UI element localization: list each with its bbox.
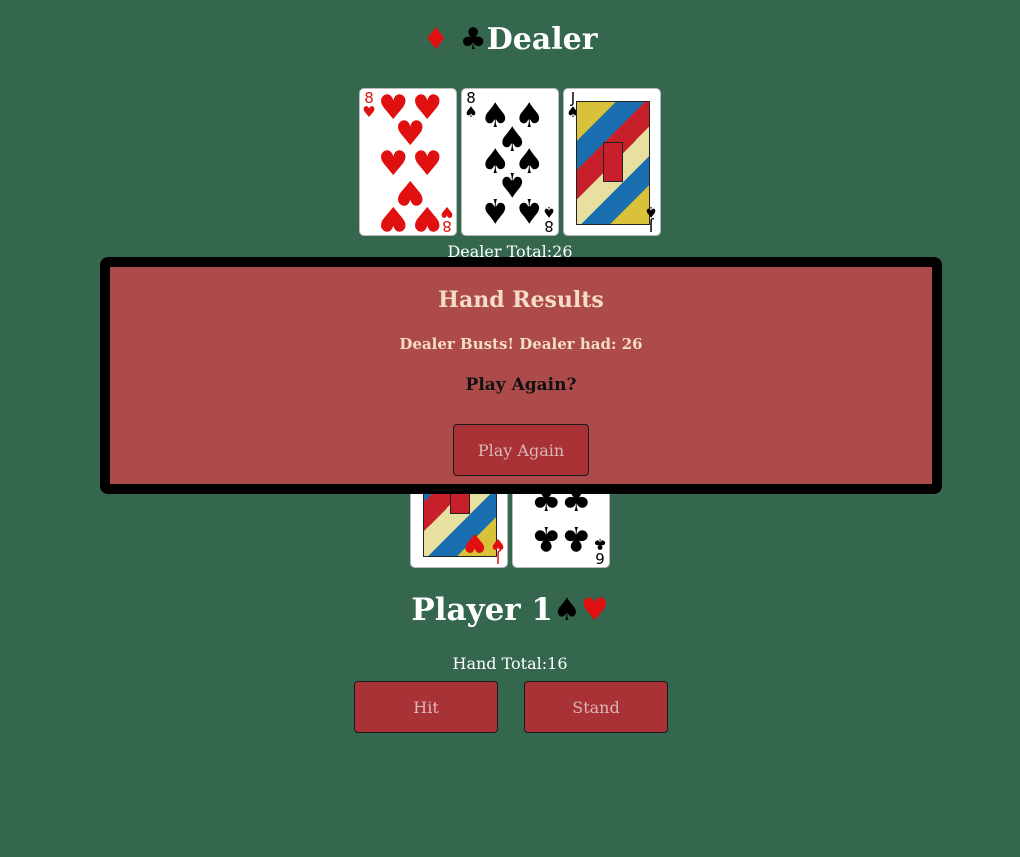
heart-icon: ♥	[378, 198, 409, 236]
hand-total-label: Hand Total:	[452, 654, 548, 673]
club-icon: ♣	[459, 22, 487, 57]
result-message: Dealer Busts! Dealer had: 26	[399, 335, 643, 353]
hit-button[interactable]: Hit	[354, 681, 498, 733]
heart-icon: ♥	[412, 198, 443, 236]
heart-icon: ♥	[463, 527, 487, 557]
dealer-card-2: 8 ♠ ♠ ♠ ♠ ♠ ♠ ♠ ♠ ♠ 8 ♠	[461, 88, 559, 236]
card-corner: J ♠	[644, 203, 658, 235]
card-corner: 8 ♠	[464, 89, 478, 121]
jack-face-image	[576, 101, 650, 225]
diamond-icon: ♦	[422, 22, 450, 57]
card-corner: J ♥	[491, 535, 505, 567]
hand-total: Hand Total:16	[0, 654, 1020, 673]
blackjack-table: ♦ ♣Dealer 8 ♥ ♥ ♥ ♥ ♥ ♥ ♥ ♥ ♥ 8 ♥ 8 ♠ ♠ ♠ ♠…	[0, 0, 1020, 857]
modal-body: Hand Results Dealer Busts! Dealer had: 2…	[110, 267, 932, 484]
card-corner: 6 ♣	[593, 535, 607, 567]
heart-icon: ♥	[580, 592, 609, 628]
dealer-title-text: Dealer	[486, 22, 598, 57]
spade-icon: ♠	[553, 592, 581, 628]
hand-total-value: 16	[547, 654, 568, 673]
spade-icon: ♠	[514, 190, 545, 230]
stand-button[interactable]: Stand	[524, 681, 668, 733]
player-title-text: Player 1	[411, 592, 553, 628]
player-title: Player 1♠♥	[0, 592, 1020, 628]
dealer-title: ♦ ♣Dealer	[0, 22, 1020, 57]
card-corner: 8 ♥	[440, 203, 454, 235]
play-again-button[interactable]: Play Again	[453, 424, 589, 476]
card-corner: 8 ♠	[542, 203, 556, 235]
hand-results-modal: Hand Results Dealer Busts! Dealer had: 2…	[100, 257, 942, 494]
card-corner: 8 ♥	[362, 89, 376, 121]
club-icon: ♣	[531, 518, 562, 558]
dealer-card-1: 8 ♥ ♥ ♥ ♥ ♥ ♥ ♥ ♥ ♥ 8 ♥	[359, 88, 457, 236]
spade-icon: ♠	[480, 190, 511, 230]
play-again-question: Play Again?	[465, 375, 577, 395]
club-icon: ♣	[561, 518, 592, 558]
modal-title: Hand Results	[438, 287, 604, 313]
dealer-card-3: J ♠ J ♠	[563, 88, 661, 236]
